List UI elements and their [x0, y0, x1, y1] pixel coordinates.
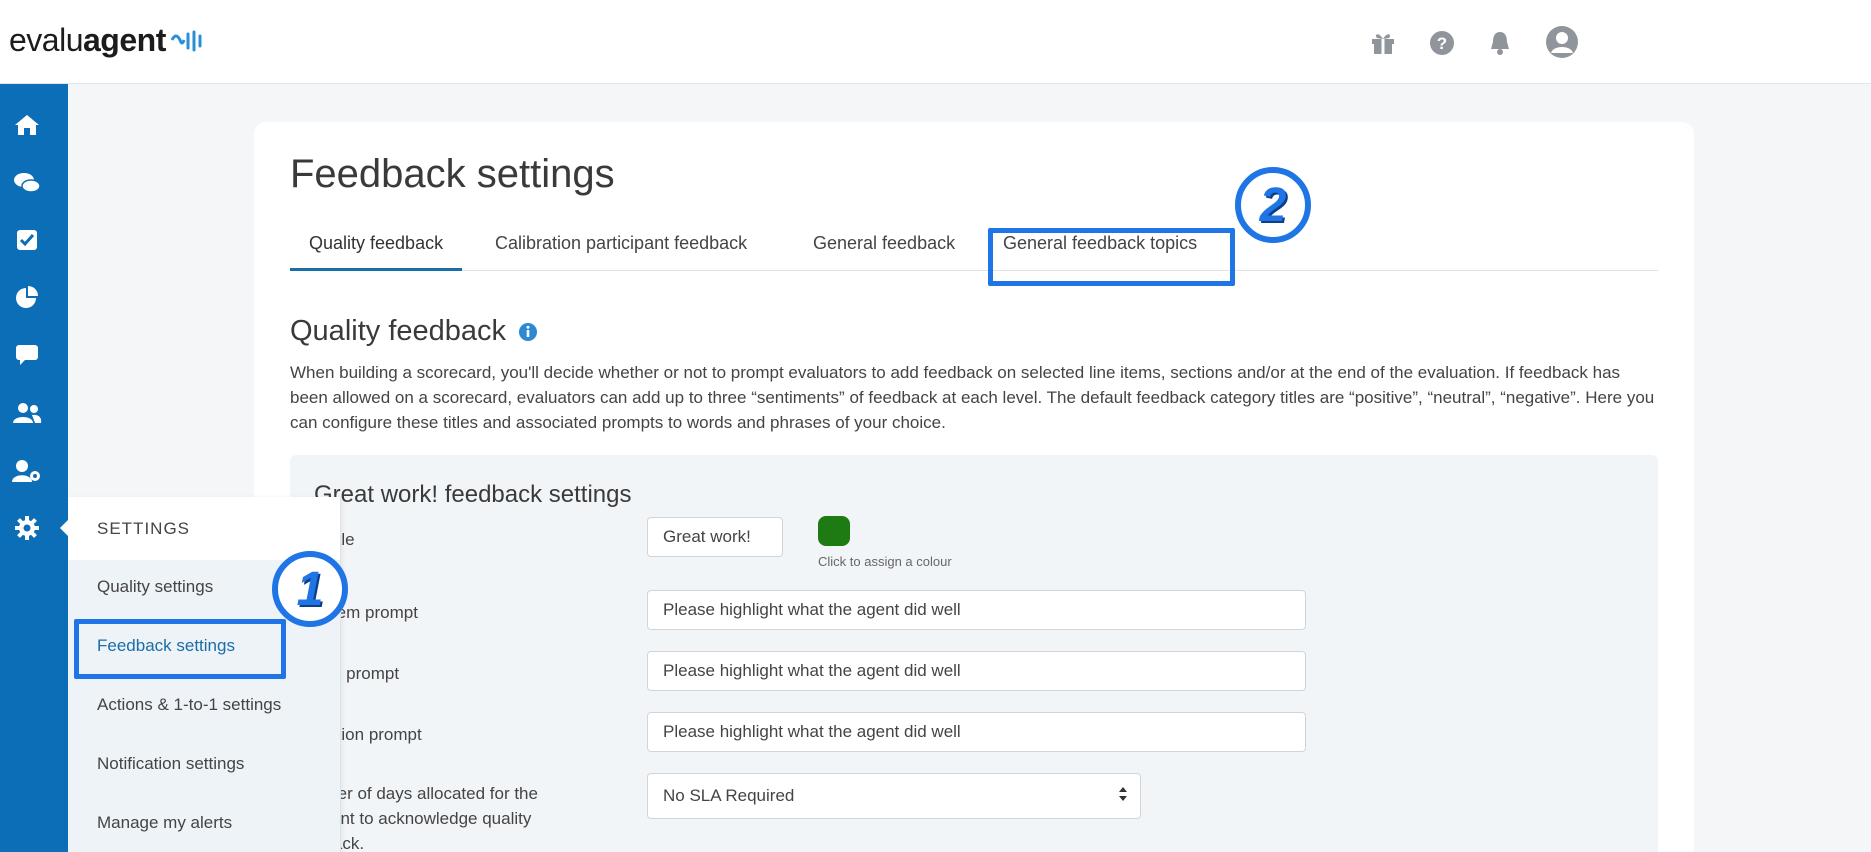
flyout-title: SETTINGS [97, 519, 191, 538]
sla-select[interactable]: No SLA Required [647, 773, 1141, 819]
colour-swatch[interactable] [818, 516, 850, 546]
step-badge-1: 1 [272, 551, 348, 627]
sla-label-line: mber of days allocated for the [314, 784, 538, 803]
select-arrows-icon [1118, 786, 1128, 807]
great-work-feedback-panel: Great work! feedback settings b title Gr… [290, 455, 1658, 852]
home-icon[interactable] [12, 110, 42, 140]
menu-item-actions-1to1-settings[interactable]: Actions & 1-to-1 settings [97, 695, 281, 715]
highlight-general-feedback-topics [988, 228, 1235, 286]
tab-title-input[interactable]: Great work! [647, 517, 783, 557]
sla-select-value: No SLA Required [663, 786, 795, 805]
logo-text-bold: agent [83, 22, 166, 58]
menu-item-notification-settings[interactable]: Notification settings [97, 754, 244, 774]
pie-chart-icon[interactable] [12, 282, 42, 312]
colour-hint: Click to assign a colour [818, 554, 952, 569]
user-icon[interactable] [1545, 25, 1579, 59]
menu-item-quality-settings[interactable]: Quality settings [97, 577, 213, 597]
page-title: Feedback settings [290, 152, 615, 196]
evaluagent-logo[interactable]: evalu agent [9, 22, 206, 59]
tab-label: General feedback [813, 233, 956, 253]
users-icon[interactable] [12, 398, 42, 428]
sla-label-line: ipient to acknowledge quality [314, 809, 532, 828]
tab-bar: Quality feedback Calibration participant… [290, 227, 1658, 271]
comment-icon[interactable] [12, 340, 42, 370]
tab-quality-feedback[interactable]: Quality feedback [290, 227, 463, 271]
sidebar [0, 84, 68, 852]
flyout-pointer [60, 519, 69, 537]
section-prompt-input[interactable]: Please highlight what the agent did well [647, 651, 1306, 691]
panel-title: Great work! feedback settings [314, 481, 632, 508]
bell-icon[interactable] [1485, 28, 1515, 58]
tab-label: Calibration participant feedback [495, 233, 748, 253]
top-bar: evalu agent ? [0, 0, 1871, 84]
tab-general-feedback[interactable]: General feedback [813, 227, 955, 271]
gift-icon[interactable] [1368, 28, 1398, 58]
gear-icon[interactable] [12, 513, 42, 543]
sla-label: mber of days allocated for the ipient to… [314, 781, 538, 852]
svg-text:?: ? [1437, 34, 1447, 53]
logo-text-light: evalu [9, 22, 84, 58]
highlight-feedback-settings [74, 619, 286, 679]
tab-label: Quality feedback [309, 233, 444, 253]
checkbox-icon[interactable] [12, 225, 42, 255]
menu-item-manage-my-alerts[interactable]: Manage my alerts [97, 813, 232, 833]
user-settings-icon[interactable] [12, 456, 42, 486]
evaluation-prompt-input[interactable]: Please highlight what the agent did well [647, 712, 1306, 752]
tab-calibration-participant-feedback[interactable]: Calibration participant feedback [495, 227, 747, 271]
line-item-prompt-input[interactable]: Please highlight what the agent did well [647, 590, 1306, 630]
help-icon[interactable]: ? [1427, 28, 1457, 58]
step-badge-2: 2 [1235, 167, 1311, 243]
section-title: Quality feedback [290, 315, 538, 348]
sla-label-line: dback. [314, 831, 538, 852]
section-title-text: Quality feedback [290, 315, 507, 347]
logo-wave-icon [170, 30, 202, 51]
info-icon[interactable] [518, 322, 538, 342]
settings-card: Feedback settings Quality feedback Calib… [254, 122, 1694, 852]
section-description: When building a scorecard, you'll decide… [290, 363, 1655, 432]
chat-icon[interactable] [12, 168, 42, 198]
